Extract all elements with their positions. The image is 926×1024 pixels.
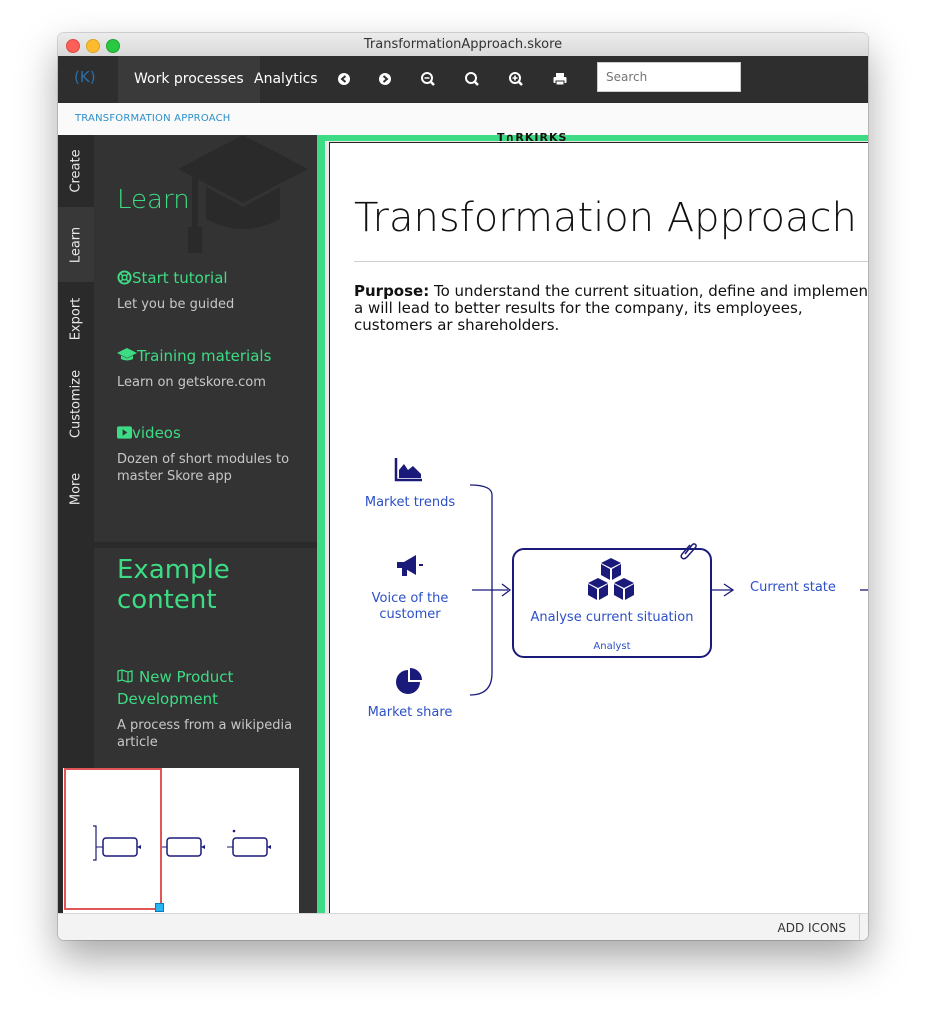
- graduation-cap-icon: [178, 135, 308, 253]
- zoom-in-icon[interactable]: [507, 70, 525, 88]
- map-icon: [117, 669, 133, 683]
- videos-desc: Dozen of short modules to master Skore a…: [117, 452, 290, 484]
- input-market-trends[interactable]: Market trends: [354, 495, 466, 510]
- input-market-share[interactable]: Market share: [354, 705, 466, 720]
- add-icons-button[interactable]: ADD ICONS: [778, 921, 846, 935]
- pie-chart-icon[interactable]: [396, 668, 422, 694]
- back-icon[interactable]: [335, 70, 353, 88]
- window-title: TransformationApproach.skore: [363, 37, 563, 52]
- purpose-text[interactable]: Purpose: To understand the current situa…: [354, 283, 868, 334]
- status-separator: [859, 914, 860, 940]
- tab-more[interactable]: More: [58, 451, 94, 526]
- status-bar: ADD ICONS: [58, 913, 868, 940]
- new-product-development-link[interactable]: New Product Development: [117, 666, 297, 710]
- process-title: Analyse current situation: [530, 610, 694, 625]
- document-title[interactable]: Transformation Approach: [354, 195, 857, 241]
- zoom-reset-icon[interactable]: [463, 70, 481, 88]
- minimap-resize-handle[interactable]: [155, 903, 164, 912]
- title-bar: TransformationApproach.skore: [58, 33, 868, 57]
- new-product-development-desc: A process from a wikipedia article: [117, 718, 293, 750]
- forward-icon[interactable]: [376, 70, 394, 88]
- main-toolbar: (K) Work processes Analytics: [58, 56, 868, 103]
- app-window: TransformationApproach.skore (K) Work pr…: [58, 33, 868, 940]
- learn-title: Learn: [117, 185, 190, 215]
- process-box[interactable]: Analyse current situation Analyst: [512, 543, 712, 658]
- zoom-out-icon[interactable]: [419, 70, 437, 88]
- document-sheet[interactable]: Transformation Approach Purpose: To unde…: [329, 142, 868, 914]
- canvas-area[interactable]: T∩RKIRKS Transformation Approach Purpose…: [317, 131, 868, 914]
- selection-frame-top: [317, 135, 868, 141]
- breadcrumb: TRANSFORMATION APPROACH: [58, 103, 868, 136]
- cubes-icon: [588, 558, 634, 600]
- tab-customize[interactable]: Customize: [58, 356, 94, 451]
- title-rule: [354, 261, 868, 262]
- panel-divider: [94, 542, 317, 548]
- lifebuoy-icon: [117, 270, 132, 285]
- input-voice-of-the-customer[interactable]: Voice of the customer: [354, 591, 466, 623]
- search-input[interactable]: [597, 62, 741, 92]
- print-icon[interactable]: [551, 70, 569, 88]
- selection-frame-left: [317, 135, 325, 913]
- tab-learn[interactable]: Learn: [58, 207, 94, 282]
- training-materials-desc: Learn on getskore.com: [117, 375, 266, 390]
- videos-link[interactable]: videos: [117, 424, 181, 442]
- tab-export[interactable]: Export: [58, 282, 94, 356]
- example-content-title: Example content: [117, 555, 230, 615]
- megaphone-icon[interactable]: [394, 553, 424, 579]
- graduation-cap-icon: [117, 348, 137, 361]
- breadcrumb-item[interactable]: TRANSFORMATION APPROACH: [75, 113, 230, 124]
- tab-analytics[interactable]: Analytics: [238, 56, 334, 103]
- video-icon: [117, 426, 132, 439]
- output-current-state[interactable]: Current state: [750, 580, 836, 595]
- start-tutorial-link[interactable]: Start tutorial: [117, 269, 228, 287]
- paperclip-icon[interactable]: [680, 540, 698, 562]
- tab-create[interactable]: Create: [58, 135, 94, 207]
- area-chart-icon[interactable]: [394, 456, 424, 482]
- minimap-viewport[interactable]: [64, 768, 162, 910]
- start-tutorial-desc: Let you be guided: [117, 297, 235, 312]
- process-role: Analyst: [593, 641, 631, 652]
- training-materials-link[interactable]: Training materials: [117, 347, 271, 365]
- skore-logo: (K): [74, 68, 96, 86]
